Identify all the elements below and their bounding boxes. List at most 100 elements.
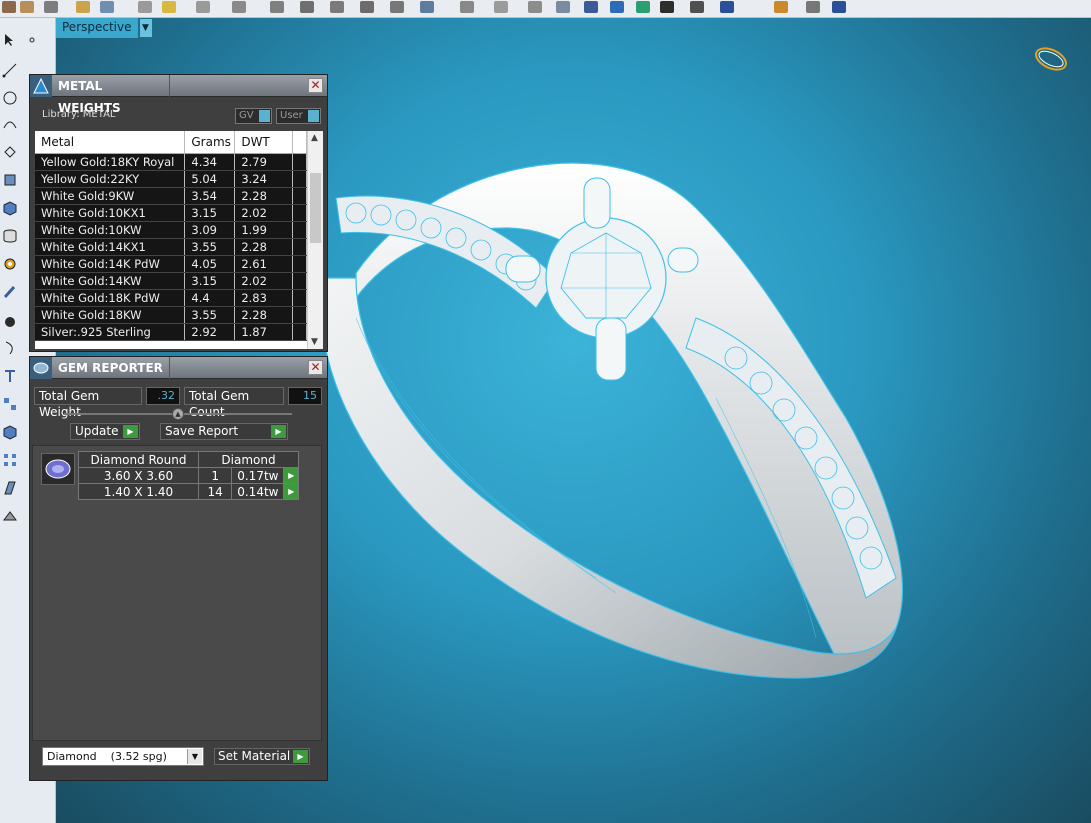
set-material-button[interactable]: Set Material ▶ <box>214 748 310 765</box>
toolbar-icon[interactable] <box>420 1 434 13</box>
box-icon[interactable] <box>2 200 18 216</box>
column-header[interactable]: DWT <box>234 131 294 154</box>
table-row[interactable]: White Gold:9KW 3.54 2.28 <box>35 187 307 205</box>
toolbar-icon[interactable] <box>196 1 210 13</box>
toolbar-icon[interactable] <box>270 1 284 13</box>
update-button[interactable]: Update ▶ <box>70 423 140 440</box>
dwt-cell: 2.28 <box>234 187 294 205</box>
play-icon[interactable]: ▶ <box>123 425 138 438</box>
toolbar-icon[interactable] <box>162 1 176 13</box>
toolbar-icon[interactable] <box>720 1 734 13</box>
select-arrow-icon[interactable] <box>2 32 18 48</box>
material-select[interactable]: Diamond (3.52 spg) ▼ <box>42 747 204 766</box>
grams-cell: 2.92 <box>184 323 236 341</box>
metal-name-cell: White Gold:10KX1 <box>35 204 186 222</box>
toolbar-icon[interactable] <box>300 1 314 13</box>
cylinder-icon[interactable] <box>2 228 18 244</box>
polygon-icon[interactable] <box>2 144 18 160</box>
toolbar-icon[interactable] <box>232 1 246 13</box>
toolbar-icon[interactable] <box>806 1 820 13</box>
gem-thumbnail-icon[interactable] <box>41 453 75 485</box>
line-icon[interactable] <box>2 62 18 78</box>
brush-icon[interactable] <box>2 284 18 300</box>
table-row[interactable]: White Gold:14KX1 3.55 2.28 <box>35 238 307 256</box>
circle-icon[interactable] <box>2 90 18 106</box>
toolbar-icon[interactable] <box>690 1 704 13</box>
dwt-cell: 2.28 <box>234 306 294 324</box>
toolbar-icon[interactable] <box>636 1 650 13</box>
table-row[interactable]: White Gold:18K PdW 4.4 2.83 <box>35 289 307 307</box>
table-row[interactable]: White Gold:14KW 3.15 2.02 <box>35 272 307 290</box>
play-icon[interactable]: ▶ <box>271 425 286 438</box>
grid-icon[interactable] <box>2 396 18 412</box>
user-toggle-label: User <box>280 110 303 121</box>
toolbar-icon[interactable] <box>20 1 34 13</box>
viewport-title[interactable]: Perspective <box>56 18 139 38</box>
drop-icon[interactable] <box>2 312 18 328</box>
table-row[interactable]: Silver:.925 Sterling 2.92 1.87 <box>35 323 307 341</box>
dwt-cell: 2.79 <box>234 153 294 171</box>
scroll-up-icon[interactable]: ▲ <box>311 133 318 143</box>
chevron-down-icon[interactable]: ▼ <box>138 18 153 38</box>
gem-row[interactable]: 3.60 X 3.60 1 0.17tw ▶ <box>78 467 299 484</box>
play-icon[interactable]: ▶ <box>293 750 308 763</box>
gear-icon[interactable] <box>2 256 18 272</box>
scroll-thumb[interactable] <box>310 173 321 243</box>
toolbar-icon[interactable] <box>360 1 374 13</box>
close-icon[interactable]: ✕ <box>308 360 323 375</box>
toolbar-icon[interactable] <box>390 1 404 13</box>
arc-icon[interactable] <box>2 116 18 132</box>
array-icon[interactable] <box>2 452 18 468</box>
toolbar-icon[interactable] <box>76 1 90 13</box>
scroll-down-icon[interactable]: ▼ <box>311 337 318 347</box>
toolbar-icon[interactable] <box>44 1 58 13</box>
scrollbar[interactable]: ▲ ▼ <box>307 131 323 349</box>
table-row[interactable]: White Gold:10KX1 3.15 2.02 <box>35 204 307 222</box>
slider-knob[interactable]: ▲ <box>172 408 184 420</box>
point-icon[interactable] <box>24 32 40 48</box>
gem-table-header: Diamond Round Diamond <box>78 451 299 468</box>
blend-icon[interactable] <box>2 508 18 524</box>
toolbar-icon[interactable] <box>774 1 788 13</box>
toolbar-icon[interactable] <box>660 1 674 13</box>
column-header[interactable]: Grams <box>184 131 236 154</box>
toggle-knob[interactable] <box>308 110 319 122</box>
user-toggle[interactable]: User <box>276 108 321 124</box>
table-row[interactable]: Yellow Gold:22KY 5.04 3.24 <box>35 170 307 188</box>
metal-name-cell: White Gold:10KW <box>35 221 186 239</box>
gem-shape-header: Diamond Round <box>78 451 199 468</box>
row-padding-cell <box>292 153 307 171</box>
transform-icon[interactable] <box>2 172 18 188</box>
box-solid-icon[interactable] <box>2 424 18 440</box>
column-header[interactable]: Metal <box>35 131 186 154</box>
toolbar-icon[interactable] <box>100 1 114 13</box>
toolbar-icon[interactable] <box>460 1 474 13</box>
type-icon[interactable] <box>2 368 18 384</box>
gv-toggle[interactable]: GV <box>235 108 272 124</box>
toolbar-icon[interactable] <box>528 1 542 13</box>
play-icon[interactable]: ▶ <box>283 483 299 500</box>
viewport-tab[interactable]: Perspective ▼ <box>56 18 153 38</box>
table-row[interactable]: Yellow Gold:18KY Royal 4.34 2.79 <box>35 153 307 171</box>
hook-icon[interactable] <box>2 340 18 356</box>
toolbar-icon[interactable] <box>584 1 598 13</box>
toolbar-icon[interactable] <box>610 1 624 13</box>
gem-type-header: Diamond <box>198 451 299 468</box>
toolbar-icon[interactable] <box>556 1 570 13</box>
toolbar-icon[interactable] <box>2 1 16 13</box>
chevron-down-icon[interactable]: ▼ <box>187 749 202 764</box>
toggle-knob[interactable] <box>259 110 270 122</box>
toolbar-icon[interactable] <box>494 1 508 13</box>
table-row[interactable]: White Gold:14K PdW 4.05 2.61 <box>35 255 307 273</box>
toolbar-icon[interactable] <box>138 1 152 13</box>
gem-row[interactable]: 1.40 X 1.40 14 0.14tw ▶ <box>78 483 299 500</box>
table-row[interactable]: White Gold:10KW 3.09 1.99 <box>35 221 307 239</box>
close-icon[interactable]: ✕ <box>308 78 323 93</box>
save-report-button[interactable]: Save Report ▶ <box>160 423 288 440</box>
toolbar-icon[interactable] <box>330 1 344 13</box>
ring-navigation-icon[interactable] <box>1031 42 1071 76</box>
table-row[interactable]: White Gold:18KW 3.55 2.28 <box>35 306 307 324</box>
toolbar-icon[interactable] <box>832 1 846 13</box>
extrude-icon[interactable] <box>2 480 18 496</box>
play-icon[interactable]: ▶ <box>283 467 299 484</box>
